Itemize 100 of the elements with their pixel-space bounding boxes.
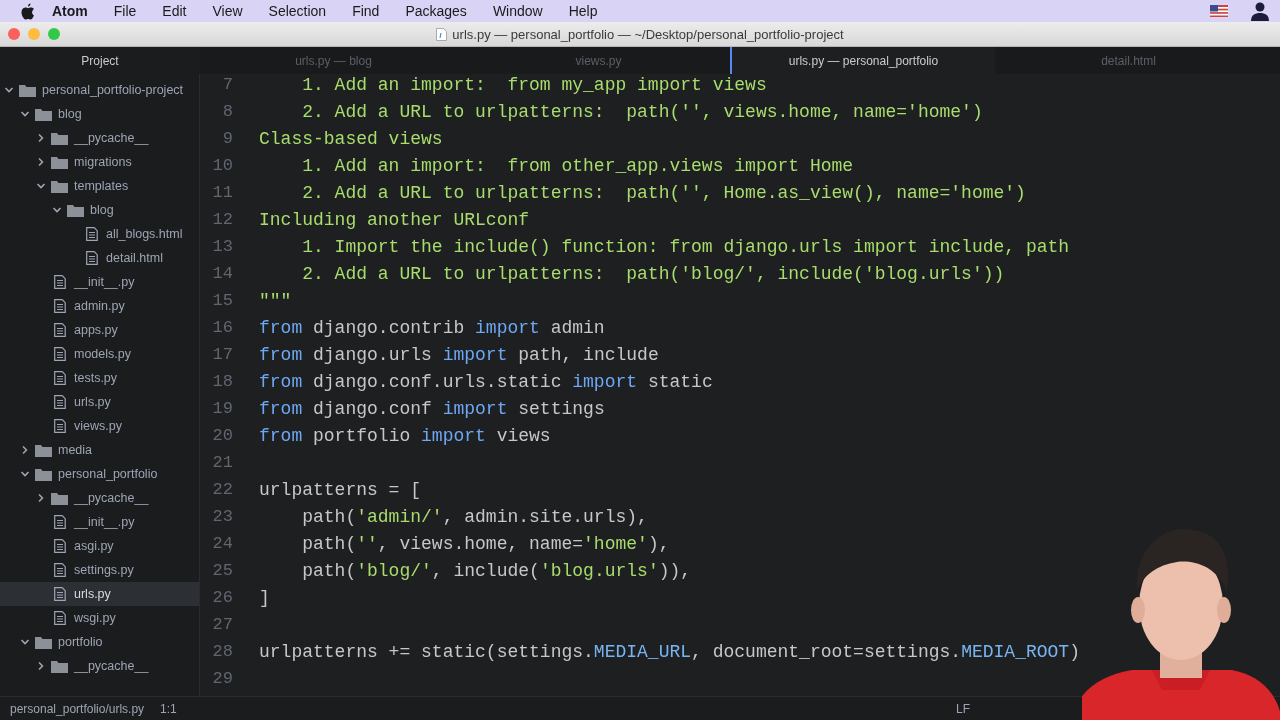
line-number: 9 <box>221 129 234 148</box>
chevron-down-icon[interactable] <box>20 469 30 479</box>
folder-icon <box>51 659 68 673</box>
tree-item[interactable]: detail.html <box>0 246 199 270</box>
tree-item[interactable]: blog <box>0 198 199 222</box>
folder-icon <box>35 635 52 649</box>
line-number: 29 <box>211 669 234 688</box>
tree-item[interactable]: settings.py <box>0 558 199 582</box>
chevron-down-icon[interactable] <box>20 109 30 119</box>
code-line: 1. Import the include() function: from django.urls import include, path <box>301 236 1070 257</box>
code-line: path('admin/', admin.site.urls), <box>301 506 648 527</box>
code-line: ] <box>259 587 270 608</box>
file-icon <box>54 587 66 601</box>
tree-item[interactable]: urls.py <box>0 582 199 606</box>
window-title: urls.py — personal_portfolio — ~/Desktop/personal_portfolio-project <box>452 26 844 42</box>
file-icon <box>54 275 66 289</box>
file-icon <box>86 227 98 241</box>
chevron-right-icon[interactable] <box>36 493 46 503</box>
menu-item[interactable]: Window <box>479 3 556 19</box>
line-number: 18 <box>211 372 234 391</box>
tree-item[interactable]: personal_portfolio-project <box>0 78 199 102</box>
code-line: Class-based views <box>259 128 443 149</box>
tree-item[interactable]: __pycache__ <box>0 654 199 678</box>
line-number: 17 <box>211 345 234 364</box>
chevron-down-icon[interactable] <box>20 637 30 647</box>
menu-item[interactable]: Edit <box>149 3 200 19</box>
chevron-down-icon[interactable] <box>4 85 14 95</box>
user-icon[interactable] <box>1250 1 1270 21</box>
code-line: from django.urls import path, include <box>259 344 659 365</box>
cursor-position[interactable]: 1:1 <box>160 702 177 716</box>
line-number: 23 <box>211 507 234 526</box>
folder-icon <box>19 83 36 97</box>
file-icon <box>54 371 66 385</box>
file-icon <box>54 323 66 337</box>
line-number: 8 <box>221 102 234 121</box>
tree-item[interactable]: __init__.py <box>0 510 199 534</box>
code-line: from django.conf import settings <box>259 398 605 419</box>
code-line: 2. Add a URL to urlpatterns: path('blog/', include('blog.urls')) <box>301 263 1005 284</box>
apple-icon[interactable] <box>20 2 35 20</box>
folder-icon <box>51 131 68 145</box>
code-line: urlpatterns = [ <box>259 479 422 500</box>
line-number: 7 <box>221 75 234 94</box>
tree-item[interactable]: asgi.py <box>0 534 199 558</box>
menu-item[interactable]: Selection <box>255 3 340 19</box>
tree-item[interactable]: portfolio <box>0 630 199 654</box>
code-line: urlpatterns += static(settings.MEDIA_URL, document_root=settings.MEDIA_ROOT) <box>259 641 1080 662</box>
tree-item[interactable]: __init__.py <box>0 270 199 294</box>
tree-item[interactable]: wsgi.py <box>0 606 199 630</box>
editor-tab[interactable]: urls.py — personal_portfolio <box>730 47 995 74</box>
tree-item[interactable]: urls.py <box>0 390 199 414</box>
line-number: 13 <box>211 237 234 256</box>
line-number: 15 <box>211 291 234 310</box>
chevron-right-icon[interactable] <box>36 157 46 167</box>
code-line: from portfolio import views <box>259 425 551 446</box>
folder-icon <box>51 155 68 169</box>
folder-icon <box>35 443 52 457</box>
tree-item[interactable]: media <box>0 438 199 462</box>
tree-item[interactable]: views.py <box>0 414 199 438</box>
code-line: """ <box>259 290 292 311</box>
menu-item[interactable]: View <box>199 3 256 19</box>
line-number: 22 <box>211 480 234 499</box>
tree-item[interactable]: personal_portfolio <box>0 462 199 486</box>
line-number: 24 <box>211 534 234 553</box>
tree-item[interactable]: all_blogs.html <box>0 222 199 246</box>
tree-item[interactable]: apps.py <box>0 318 199 342</box>
tree-item[interactable]: tests.py <box>0 366 199 390</box>
line-number: 26 <box>211 588 234 607</box>
flag-icon[interactable] <box>1210 5 1228 17</box>
code-line: 2. Add a URL to urlpatterns: path('', Home.as_view(), name='home') <box>301 182 1026 203</box>
chevron-right-icon[interactable] <box>36 661 46 671</box>
file-icon <box>54 611 66 625</box>
line-number: 21 <box>211 453 234 472</box>
tree-item[interactable]: __pycache__ <box>0 486 199 510</box>
code-line: from django.contrib import admin <box>259 317 605 338</box>
tree-item[interactable]: migrations <box>0 150 199 174</box>
line-ending[interactable]: LF <box>956 702 970 716</box>
document-icon <box>436 27 448 41</box>
chevron-right-icon[interactable] <box>36 133 46 143</box>
file-icon <box>54 539 66 553</box>
tree-item[interactable]: admin.py <box>0 294 199 318</box>
folder-icon <box>67 203 84 217</box>
line-number: 27 <box>211 615 234 634</box>
folder-icon <box>35 467 52 481</box>
menu-item[interactable]: Packages <box>392 3 480 19</box>
tree-item[interactable]: blog <box>0 102 199 126</box>
file-icon <box>54 515 66 529</box>
chevron-right-icon[interactable] <box>20 445 30 455</box>
chevron-down-icon[interactable] <box>36 181 46 191</box>
app-menu[interactable]: Atom <box>39 3 101 19</box>
chevron-down-icon[interactable] <box>52 205 62 215</box>
menu-item[interactable]: Help <box>555 3 611 19</box>
file-icon <box>54 299 66 313</box>
menu-item[interactable]: Find <box>339 3 393 19</box>
tree-item[interactable]: templates <box>0 174 199 198</box>
menu-item[interactable]: File <box>100 3 150 19</box>
file-path[interactable]: personal_portfolio/urls.py <box>10 702 145 716</box>
tree-item[interactable]: models.py <box>0 342 199 366</box>
line-number: 11 <box>211 183 234 202</box>
tree-item[interactable]: __pycache__ <box>0 126 199 150</box>
folder-icon <box>35 107 52 121</box>
